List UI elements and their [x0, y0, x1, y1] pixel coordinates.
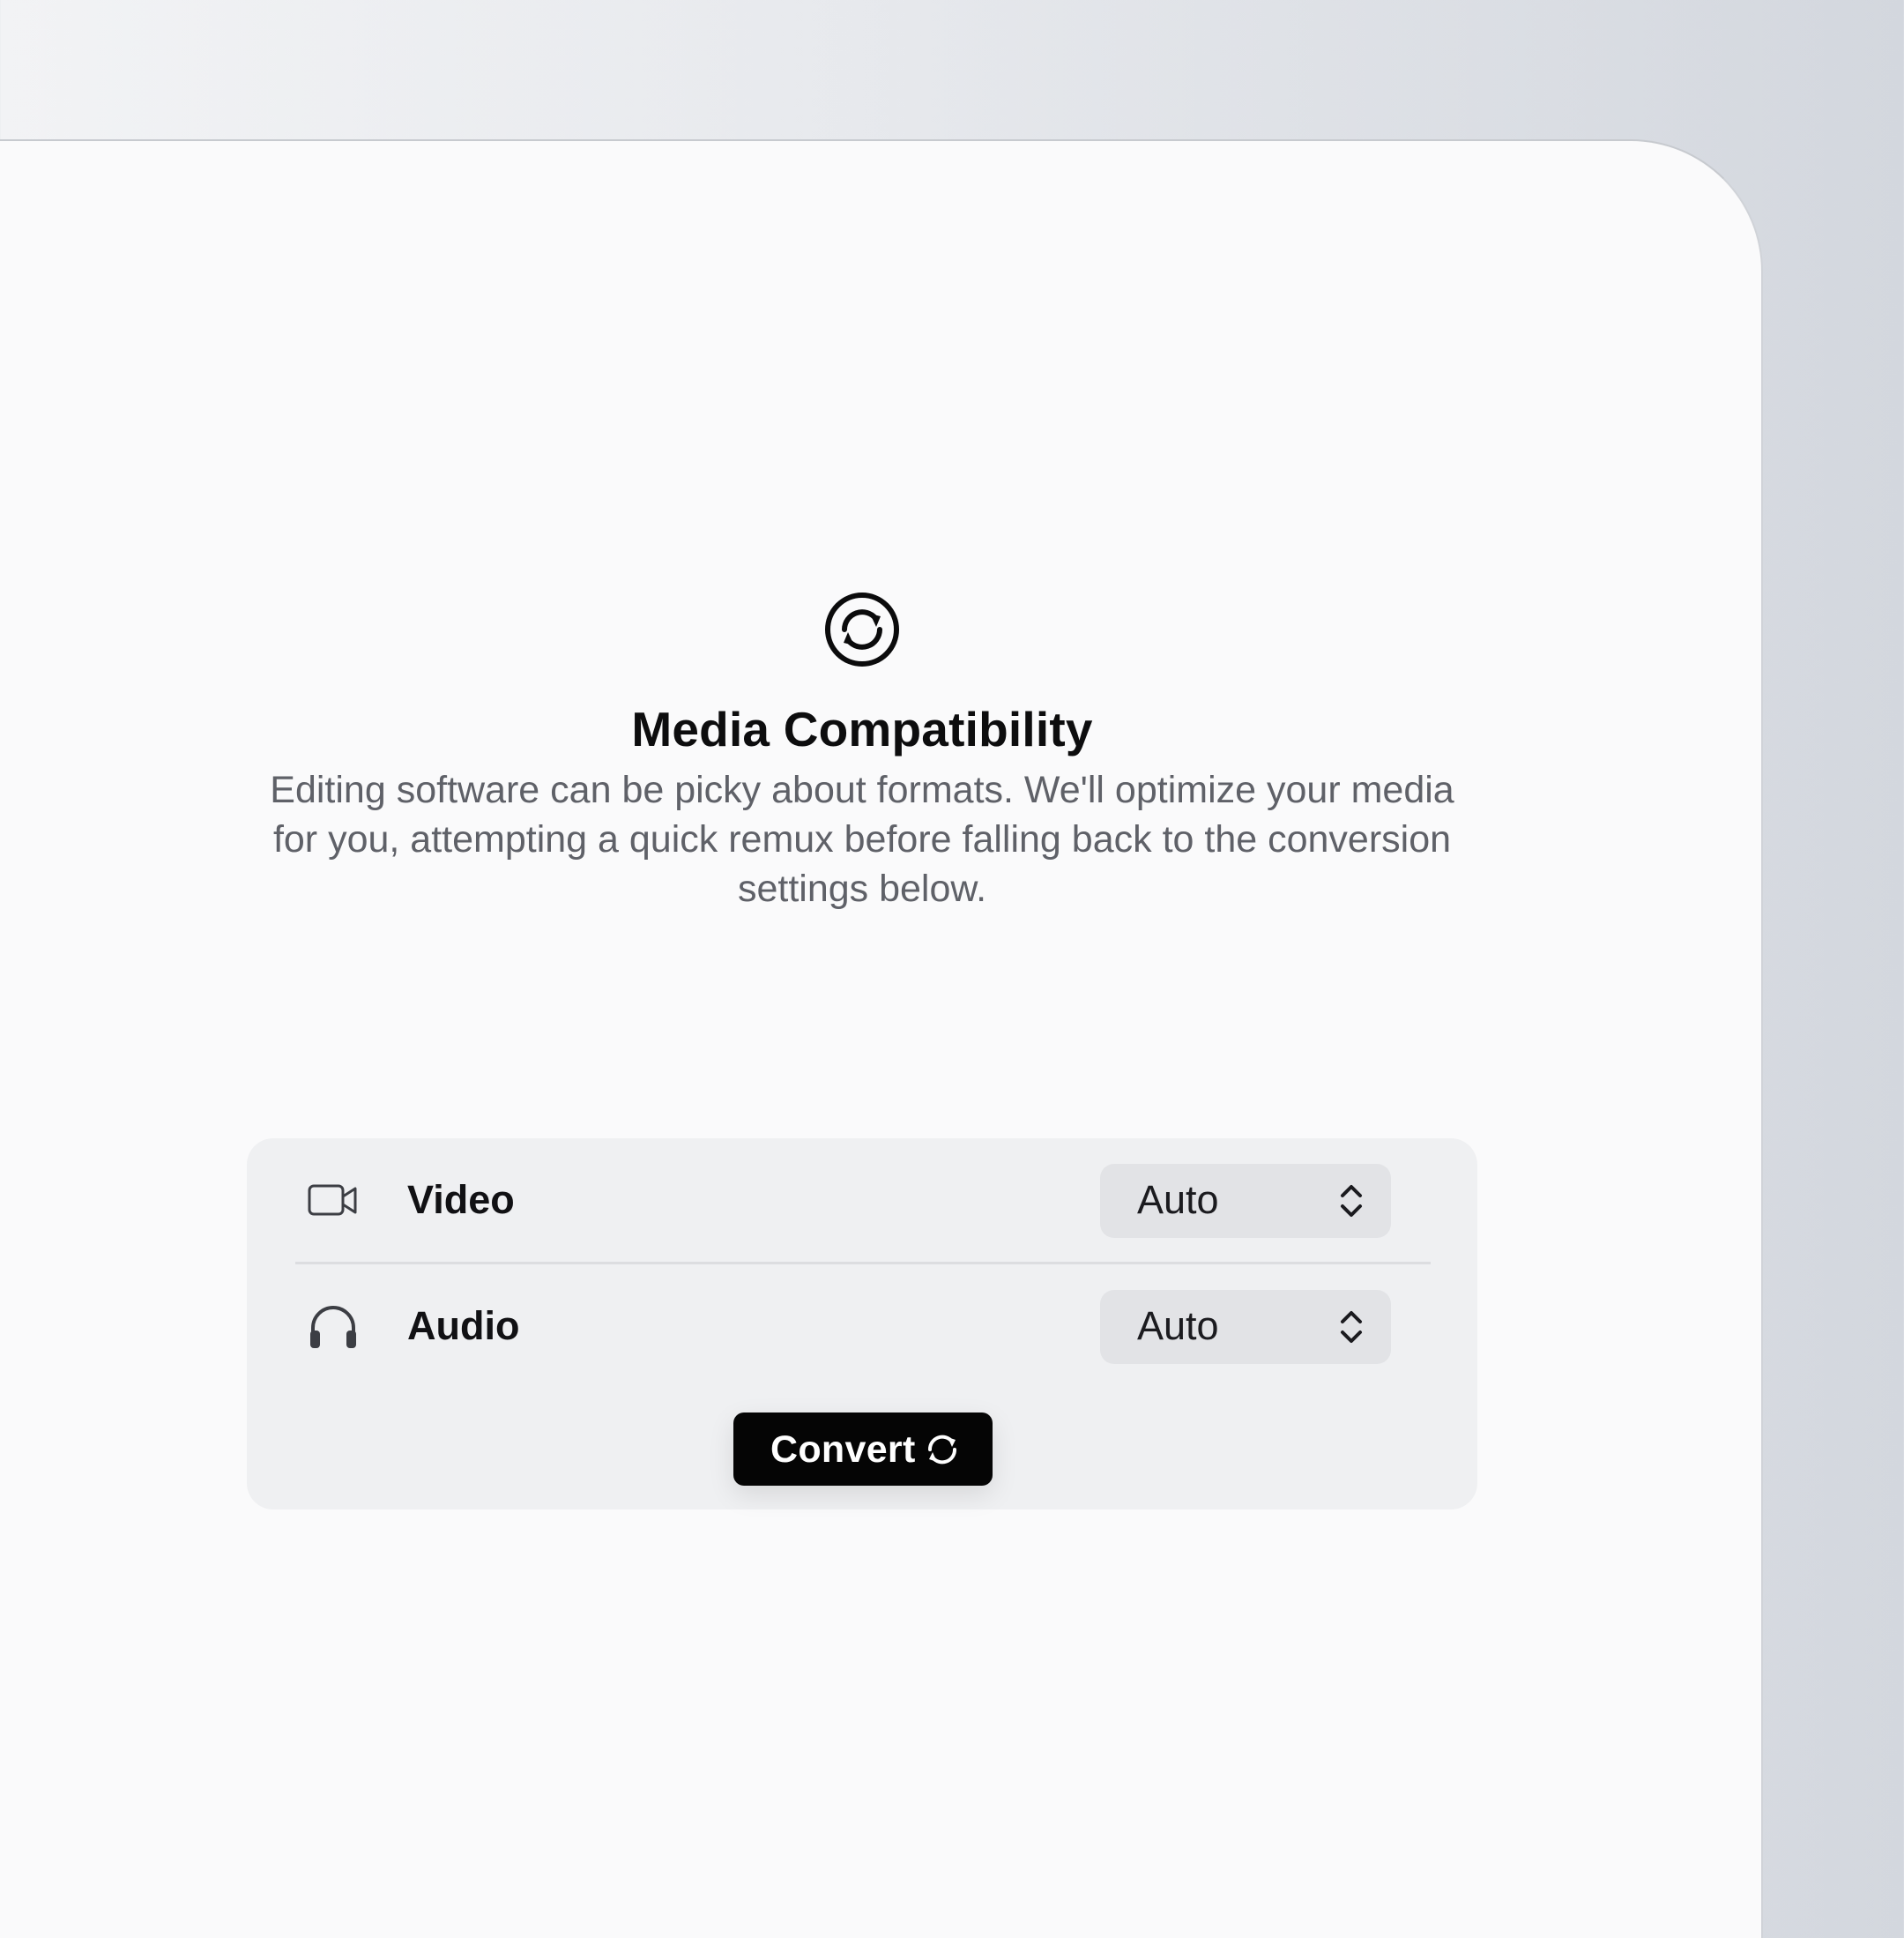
chevron-up-down-icon	[1341, 1311, 1362, 1343]
page-description: Editing software can be picky about form…	[270, 769, 1454, 910]
conversion-settings-panel: Video Auto Audio Auto Convert	[247, 1138, 1477, 1509]
row-divider	[295, 1262, 1431, 1264]
convert-button[interactable]: Convert	[733, 1413, 993, 1486]
video-setting-row: Video Auto	[295, 1164, 1431, 1238]
sync-icon	[927, 1435, 957, 1465]
video-label: Video	[407, 1177, 515, 1222]
audio-select-value: Auto	[1137, 1303, 1219, 1348]
video-select-value: Auto	[1137, 1177, 1219, 1222]
audio-format-select[interactable]: Auto	[1100, 1290, 1391, 1364]
chevron-up-down-icon	[1341, 1185, 1362, 1217]
app-window: Media Compatibility Editing software can…	[0, 139, 1763, 1938]
sync-circle-icon	[825, 593, 899, 667]
video-format-select[interactable]: Auto	[1100, 1164, 1391, 1238]
audio-setting-row: Audio Auto	[295, 1290, 1431, 1364]
headphones-icon	[310, 1306, 356, 1348]
audio-label: Audio	[407, 1303, 520, 1348]
video-camera-icon	[308, 1184, 357, 1216]
convert-button-label: Convert	[770, 1428, 916, 1471]
page-title: Media Compatibility	[631, 702, 1093, 757]
